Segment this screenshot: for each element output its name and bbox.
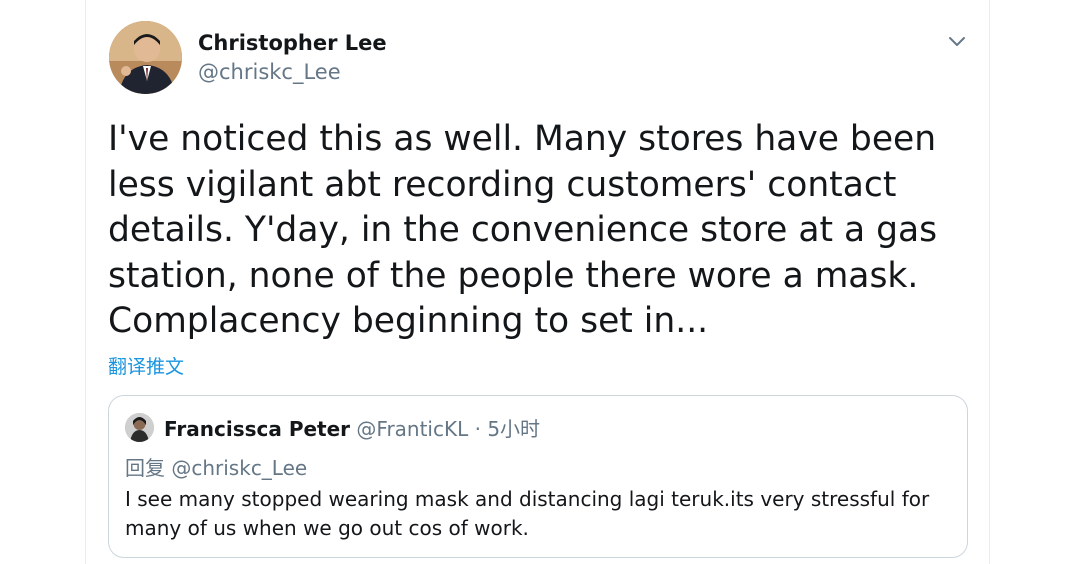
- tweet-text: I've noticed this as well. Many stores h…: [108, 119, 949, 341]
- quoted-author-name[interactable]: Francissca Peter: [164, 417, 350, 441]
- quoted-tweet[interactable]: Francissca Peter @FranticKL · 5小时 回复 @ch…: [108, 395, 968, 558]
- separator-dot: ·: [474, 417, 481, 441]
- quoted-author-handle[interactable]: @FranticKL: [356, 417, 468, 441]
- avatar-image: [109, 21, 182, 94]
- author-name[interactable]: Christopher Lee: [198, 31, 387, 55]
- reply-to-handle[interactable]: @chriskc_Lee: [171, 456, 307, 480]
- chevron-down-icon[interactable]: [946, 30, 968, 52]
- quoted-avatar-image: [125, 413, 154, 442]
- quoted-tweet-text: I see many stopped wearing mask and dist…: [125, 487, 930, 540]
- tweet-card: Christopher Lee @chriskc_Lee I've notice…: [85, 0, 990, 564]
- translate-tweet-link[interactable]: 翻译推文: [108, 352, 184, 379]
- author-handle[interactable]: @chriskc_Lee: [198, 60, 341, 84]
- quoted-header: Francissca Peter @FranticKL · 5小时: [164, 413, 540, 442]
- reply-label: 回复: [125, 456, 165, 480]
- avatar[interactable]: [109, 21, 182, 94]
- quoted-avatar[interactable]: [125, 413, 154, 442]
- quoted-timestamp[interactable]: 5小时: [487, 417, 540, 441]
- reply-context: 回复 @chriskc_Lee: [125, 452, 307, 481]
